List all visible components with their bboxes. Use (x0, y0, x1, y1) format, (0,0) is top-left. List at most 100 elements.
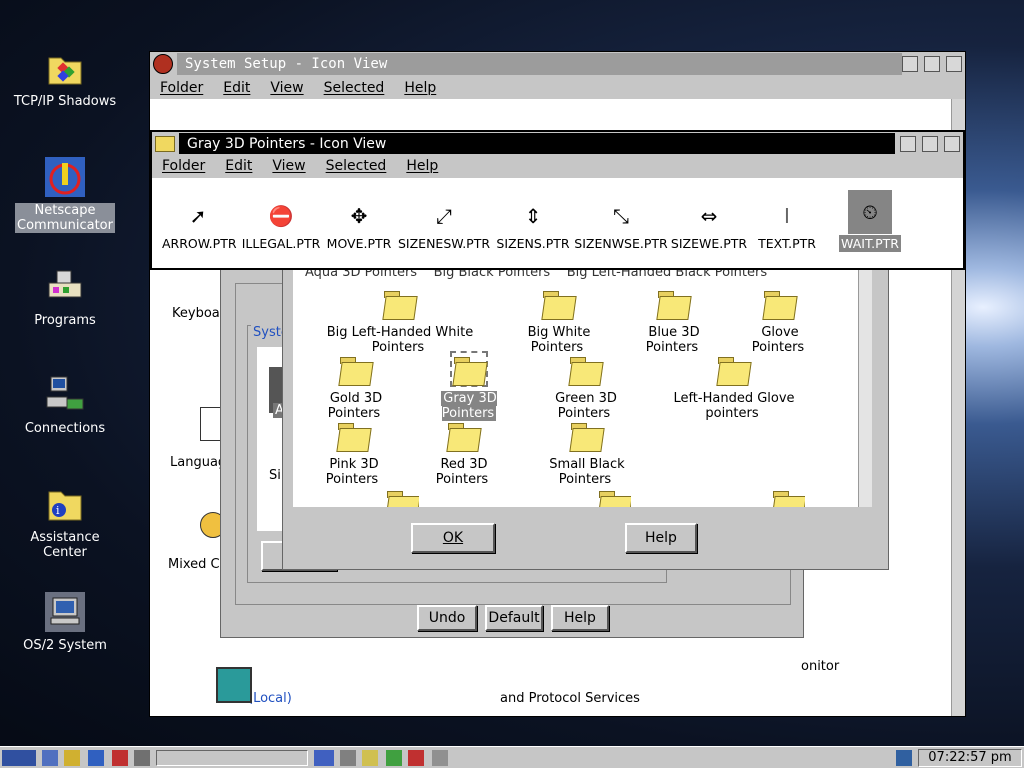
wait-pointer-icon: ⏲ (848, 190, 892, 234)
clock[interactable]: 07:22:57 pm (918, 749, 1022, 767)
undo-button[interactable]: Undo (417, 605, 477, 631)
folder-small-black[interactable]: Small Black Pointers (523, 419, 649, 487)
desktop-icon-tcpip-shadows[interactable]: TCP/IP Shadows (10, 46, 120, 109)
folder-icon (382, 287, 416, 319)
monitor-label[interactable]: onitor (801, 659, 839, 674)
menu-help[interactable]: Help (406, 158, 438, 174)
local-label[interactable]: (Local) (248, 691, 292, 706)
pointer-sizewe[interactable]: ⇔ SIZEWE.PTR (670, 196, 748, 251)
shutdown-icon[interactable] (112, 750, 128, 766)
default-button[interactable]: Default (485, 605, 543, 631)
pointer-sizens[interactable]: ⇕ SIZENS.PTR (494, 196, 572, 251)
pointer-label: SIZENESW.PTR (398, 236, 491, 251)
desktop-icon-assistance[interactable]: i Assistance Center (10, 482, 120, 560)
restore-icon[interactable] (922, 136, 938, 152)
menu-selected[interactable]: Selected (326, 158, 387, 174)
folder-icon (446, 419, 480, 451)
folder-label: Green 3D Pointers (555, 391, 617, 421)
dialog-help-button[interactable]: Help (625, 523, 697, 553)
desktop-icon-label: OS/2 System (23, 638, 107, 653)
folder-lh-glove[interactable]: Left-Handed Glove pointers (649, 353, 817, 421)
folder-big-lh-white[interactable]: Big Left-Handed White Pointers (303, 287, 495, 355)
restore-icon[interactable] (924, 56, 940, 72)
folder-label: Red 3D Pointers (435, 457, 489, 487)
desktop-icon-netscape[interactable]: Netscape Communicator (10, 155, 120, 233)
folder-label: Gold 3D Pointers (327, 391, 383, 421)
setup-object-icon[interactable] (216, 667, 252, 703)
pointer-files-area: ➚ ARROW.PTR ⛔ ILLEGAL.PTR ✥ MOVE.PTR ⤢ SIZEN… (152, 178, 963, 268)
pointer-set-list: Aqua 3D Pointers Big Black Pointers Big … (293, 251, 872, 507)
power-icon[interactable] (134, 750, 150, 766)
pointer-text[interactable]: I TEXT.PTR (752, 196, 822, 251)
folder-green-3d[interactable]: Green 3D Pointers (529, 353, 641, 421)
folder-icon (569, 419, 603, 451)
folder-big-white[interactable]: Big White Pointers (501, 287, 615, 355)
folder-gray-3d[interactable]: Gray 3D Pointers (413, 351, 525, 421)
folder-label: Big Left-Handed White Pointers (326, 325, 474, 355)
notebook-help-button[interactable]: Help (551, 605, 609, 631)
pointer-wait[interactable]: ⏲ WAIT.PTR (832, 190, 908, 252)
folder-label: Pink 3D Pointers (325, 457, 379, 487)
pointer-arrow[interactable]: ➚ ARROW.PTR (162, 196, 237, 251)
illegal-pointer-icon: ⛔ (268, 204, 294, 228)
printer-icon[interactable] (408, 750, 424, 766)
svg-text:i: i (56, 504, 60, 517)
desktop-icon-label: Connections (24, 421, 106, 436)
menu-folder[interactable]: Folder (162, 158, 205, 174)
network-icon[interactable] (386, 750, 402, 766)
maximize-icon[interactable] (946, 56, 962, 72)
menu-view[interactable]: View (270, 80, 303, 96)
keyboard-icon[interactable] (314, 750, 334, 766)
pointer-sizenwse[interactable]: ⤡ SIZENWSE.PTR (574, 196, 668, 251)
netscape-icon (43, 155, 87, 199)
gray-pointers-menubar: Folder Edit View Selected Help (152, 154, 963, 178)
window-list-icon[interactable] (42, 750, 58, 766)
folder-icon (771, 487, 805, 507)
pointer-label: WAIT.PTR (839, 235, 901, 252)
gray-pointers-window[interactable]: Gray 3D Pointers - Icon View Folder Edit… (150, 130, 965, 270)
ok-button[interactable]: OK (411, 523, 495, 553)
folder-icon[interactable] (362, 750, 378, 766)
sizenesw-pointer-icon: ⤢ (436, 204, 452, 228)
hide-icon[interactable] (902, 56, 918, 72)
desktop-icon-connections[interactable]: Connections (10, 373, 120, 436)
desktop-icon-label: Programs (34, 313, 96, 328)
desktop-icon-programs[interactable]: Programs (10, 265, 120, 328)
menu-selected[interactable]: Selected (324, 80, 385, 96)
system-setup-titlebar[interactable]: System Setup - Icon View (150, 52, 965, 76)
folder-gold-3d[interactable]: Gold 3D Pointers (303, 353, 407, 421)
hide-icon[interactable] (900, 136, 916, 152)
list-scrollbar[interactable] (858, 251, 872, 507)
menu-help[interactable]: Help (404, 80, 436, 96)
language-label[interactable]: Languag (170, 455, 226, 470)
menu-folder[interactable]: Folder (160, 80, 203, 96)
folder-label: Big White Pointers (527, 325, 591, 355)
menu-edit[interactable]: Edit (225, 158, 252, 174)
protocol-label[interactable]: and Protocol Services (500, 691, 640, 706)
folder-blue-3d[interactable]: Blue 3D Pointers (621, 287, 725, 355)
mixed-label[interactable]: Mixed Co (168, 557, 228, 572)
pointer-label: MOVE.PTR (326, 236, 392, 251)
folder-red-3d[interactable]: Red 3D Pointers (413, 419, 513, 487)
folder-glove[interactable]: Glove Pointers (733, 287, 825, 355)
drives-icon[interactable] (340, 750, 356, 766)
tray-icon[interactable] (896, 750, 912, 766)
folder-pink-3d[interactable]: Pink 3D Pointers (303, 419, 403, 487)
settings-icon[interactable] (432, 750, 448, 766)
os2-logo-icon[interactable] (2, 750, 36, 766)
pointer-sizenesw[interactable]: ⤢ SIZENESW.PTR (398, 196, 490, 251)
maximize-icon[interactable] (944, 136, 960, 152)
pointer-illegal[interactable]: ⛔ ILLEGAL.PTR (240, 196, 322, 251)
pointer-move[interactable]: ✥ MOVE.PTR (324, 196, 394, 251)
lock-icon[interactable] (64, 750, 80, 766)
find-icon[interactable] (88, 750, 104, 766)
folder-icon (450, 351, 488, 387)
menu-edit[interactable]: Edit (223, 80, 250, 96)
desktop-icon-os2-system[interactable]: OS/2 System (10, 590, 120, 653)
move-pointer-icon: ✥ (350, 204, 368, 228)
gray-pointers-titlebar[interactable]: Gray 3D Pointers - Icon View (152, 132, 963, 156)
keyboard-label[interactable]: Keyboa (172, 306, 220, 321)
taskbar-entry-field[interactable] (156, 750, 308, 766)
connections-icon (43, 373, 87, 417)
menu-view[interactable]: View (272, 158, 305, 174)
